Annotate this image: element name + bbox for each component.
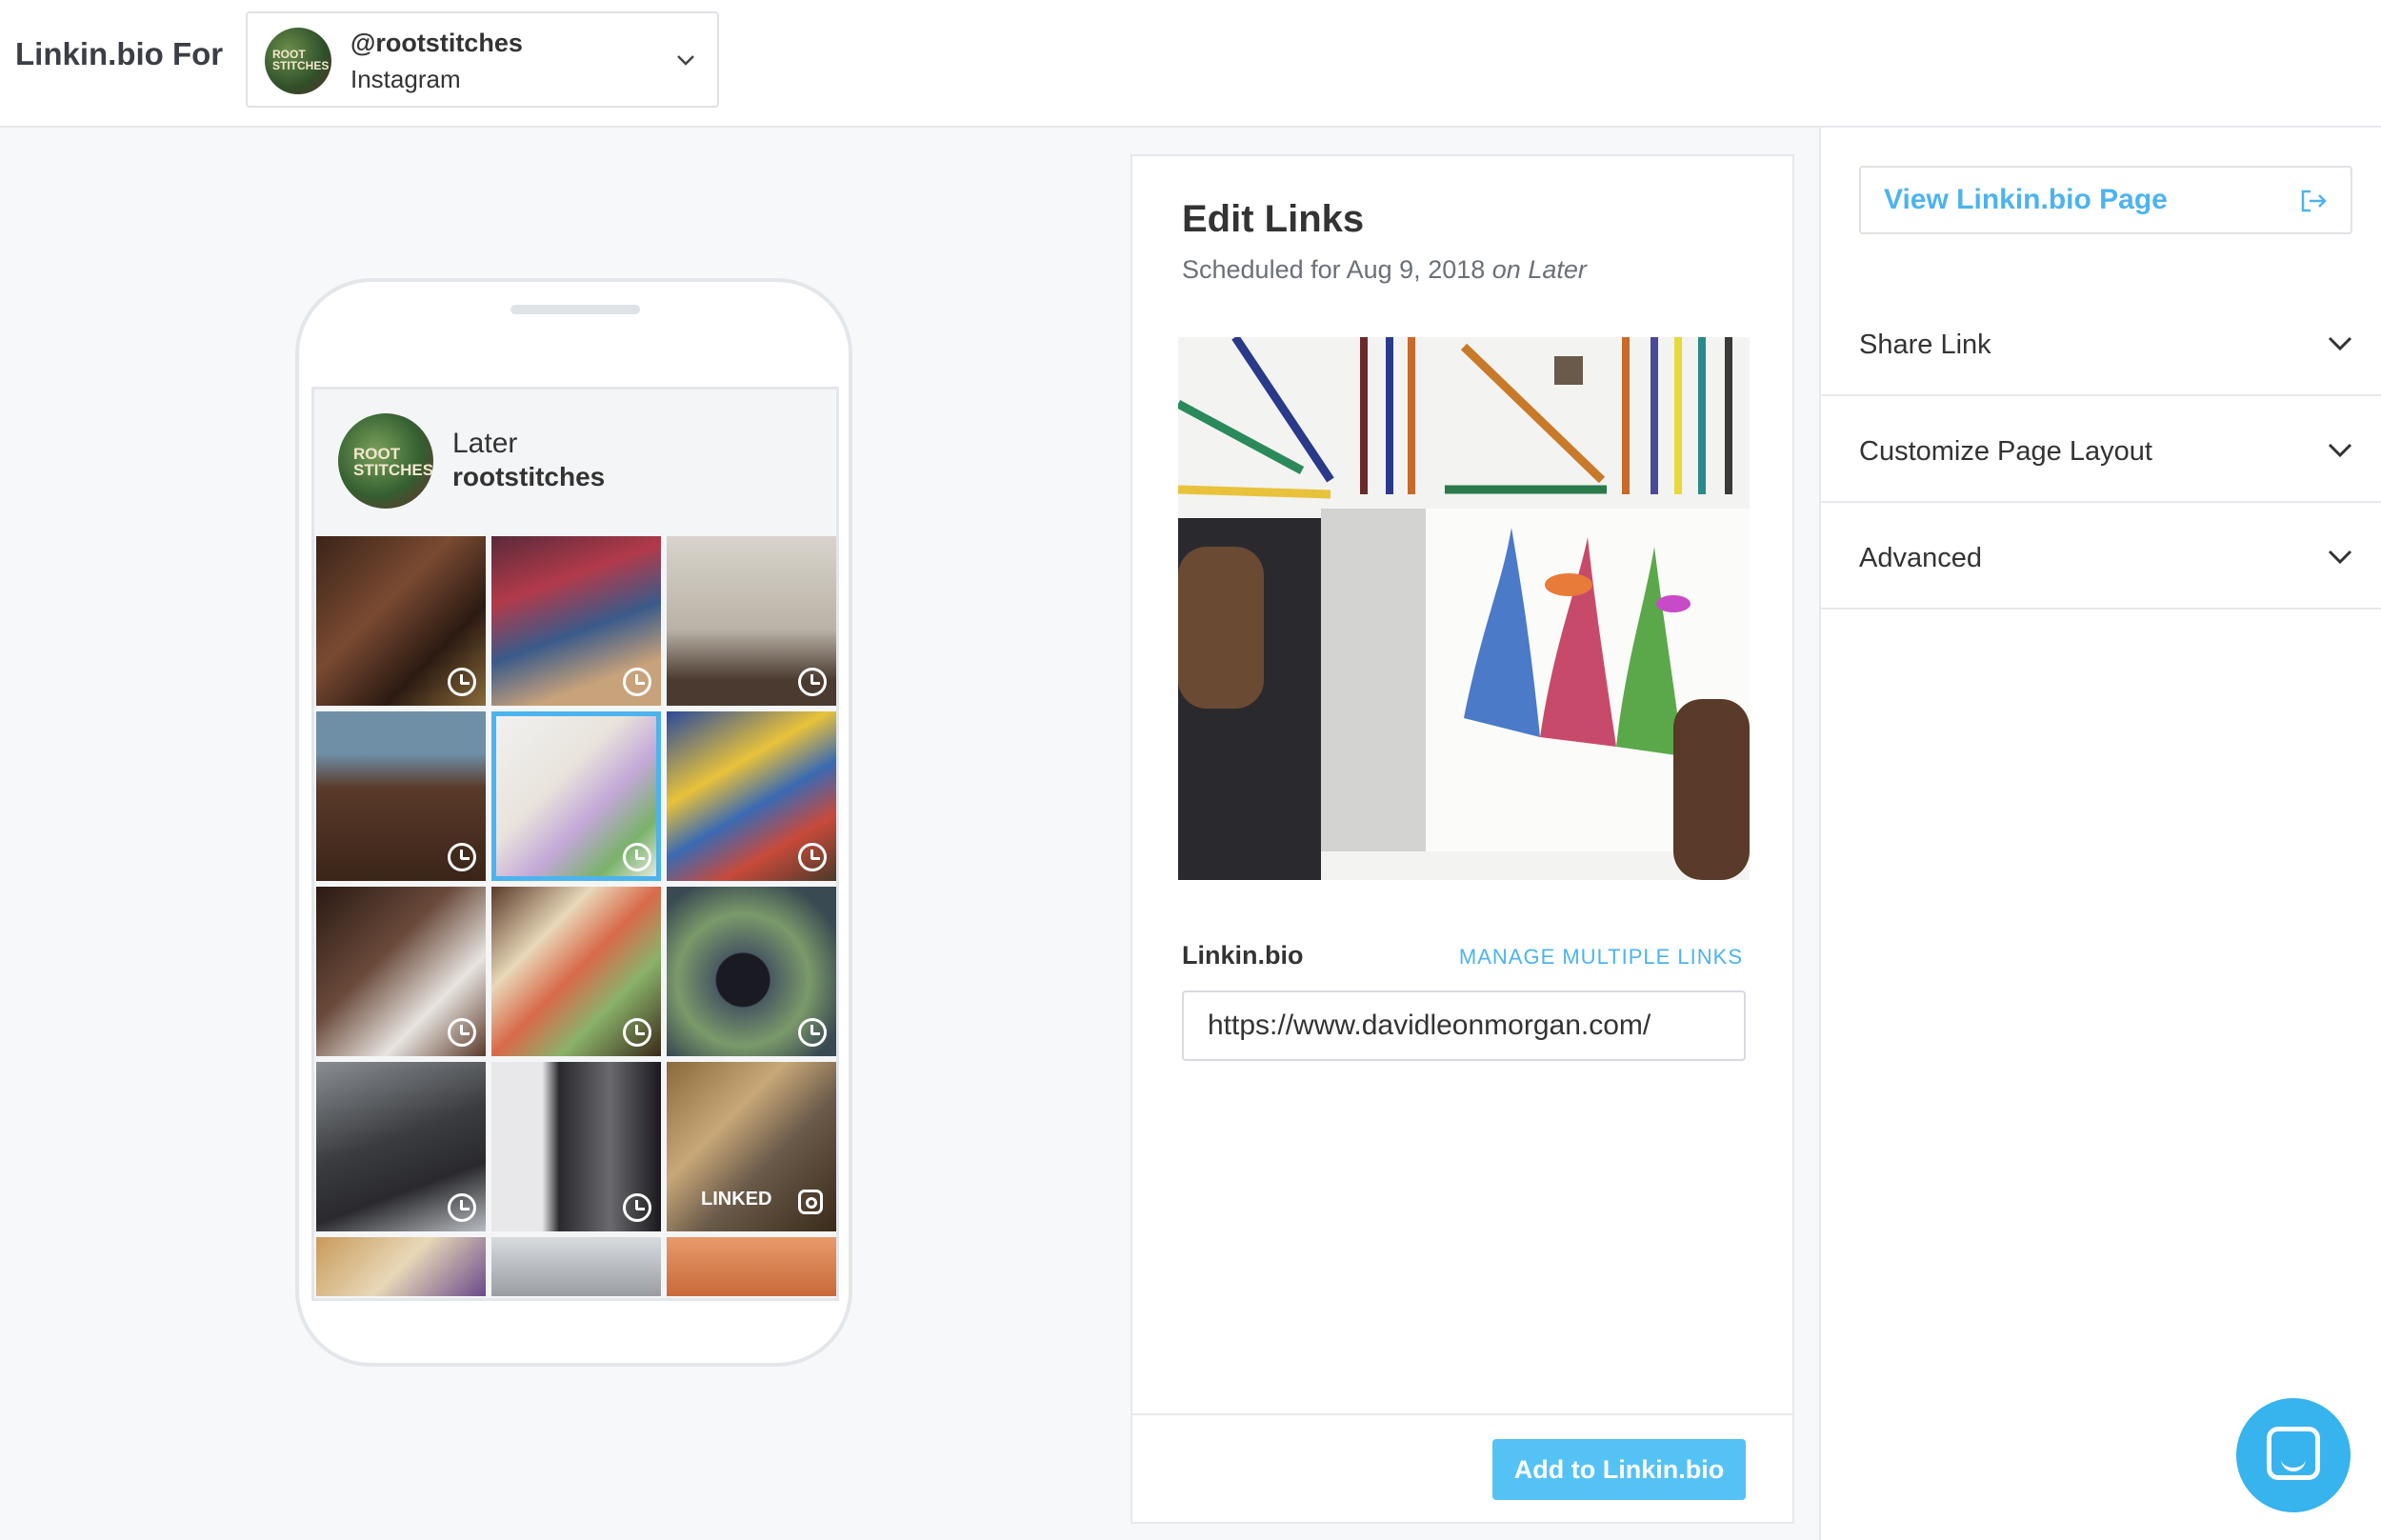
chevron-down-icon	[2328, 336, 2352, 351]
edit-links-title: Edit Links	[1182, 198, 1365, 240]
linked-label: LINKED	[701, 1189, 772, 1210]
clock-icon	[448, 668, 476, 696]
clock-icon	[798, 668, 827, 696]
share-link-label: Share Link	[1859, 330, 1991, 360]
scheduled-on: on Later	[1491, 255, 1587, 284]
clock-icon	[623, 1193, 651, 1222]
grid-tile[interactable]	[316, 887, 486, 1056]
grid-tile[interactable]	[316, 536, 486, 706]
account-selector[interactable]: ROOT STITCHES @rootstitches Instagram	[246, 11, 719, 108]
grid-tile[interactable]	[491, 536, 661, 706]
grid-tile[interactable]	[491, 1062, 661, 1231]
edit-links-panel: Edit Links Scheduled for Aug 9, 2018 on …	[1130, 154, 1794, 1524]
top-bar: Linkin.bio For ROOT STITCHES @rootstitch…	[0, 0, 2381, 128]
linkinbio-field-label: Linkin.bio	[1182, 941, 1304, 970]
grid-tile[interactable]	[667, 887, 836, 1056]
external-link-icon	[2301, 190, 2327, 212]
clock-icon	[448, 1193, 476, 1222]
clock-icon	[448, 1018, 476, 1047]
profile-name: Later	[452, 428, 518, 459]
clock-icon	[448, 843, 476, 871]
view-linkinbio-page-button[interactable]: View Linkin.bio Page	[1859, 166, 2352, 234]
grid-tile[interactable]	[316, 1237, 486, 1296]
grid-tile[interactable]	[667, 536, 836, 706]
share-link-section[interactable]: Share Link	[1821, 290, 2381, 396]
grid-tile[interactable]	[667, 711, 836, 881]
scheduled-date: Scheduled for Aug 9, 2018	[1182, 255, 1486, 284]
chat-launcher-button[interactable]	[2236, 1398, 2351, 1512]
grid-tile[interactable]	[491, 887, 661, 1056]
grid-tile[interactable]	[316, 1062, 486, 1231]
coloring-book-illustration	[1178, 337, 1750, 880]
profile-handle: rootstitches	[452, 462, 606, 491]
account-avatar: ROOT STITCHES	[265, 28, 331, 94]
chat-icon	[2267, 1427, 2320, 1480]
grid-tile[interactable]	[491, 1237, 661, 1296]
phone-speaker	[510, 305, 640, 314]
chevron-down-icon	[2328, 443, 2352, 458]
advanced-label: Advanced	[1859, 543, 1982, 573]
grid-tile[interactable]	[316, 711, 486, 881]
instagram-icon	[798, 1190, 823, 1214]
account-network: Instagram	[350, 65, 461, 93]
chevron-down-icon	[2328, 550, 2352, 565]
right-sidebar: View Linkin.bio Page Share Link Customiz…	[1819, 128, 2381, 1540]
account-avatar-text: ROOT STITCHES	[272, 48, 330, 72]
grid-tile[interactable]	[667, 1237, 836, 1296]
profile-avatar: ROOT STITCHES	[338, 413, 433, 509]
clock-icon	[623, 843, 651, 871]
chevron-down-icon	[677, 55, 694, 66]
phone-screen: ROOT STITCHES Later rootstitches LINKED	[311, 387, 839, 1301]
clock-icon	[623, 668, 651, 696]
clock-icon	[798, 843, 827, 871]
advanced-section[interactable]: Advanced	[1821, 503, 2381, 610]
clock-icon	[798, 1018, 827, 1047]
post-image	[1178, 337, 1750, 880]
profile-avatar-text: ROOT STITCHES	[353, 445, 433, 479]
phone-preview: ROOT STITCHES Later rootstitches LINKED	[295, 278, 852, 1367]
clock-icon	[623, 1018, 651, 1047]
scheduled-text: Scheduled for Aug 9, 2018 on Later	[1182, 255, 1587, 285]
add-to-linkinbio-button[interactable]: Add to Linkin.bio	[1492, 1439, 1746, 1500]
grid-tile-linked[interactable]: LINKED	[667, 1062, 836, 1231]
account-handle: @rootstitches	[350, 29, 523, 57]
manage-multiple-links-link[interactable]: MANAGE MULTIPLE LINKS	[1459, 945, 1743, 970]
view-linkinbio-page-label: View Linkin.bio Page	[1884, 184, 2168, 215]
grid-tile-selected[interactable]	[491, 711, 661, 881]
brand-label: Linkin.bio For	[15, 36, 224, 71]
url-input[interactable]	[1182, 990, 1746, 1061]
customize-page-layout-label: Customize Page Layout	[1859, 436, 2152, 467]
customize-page-layout-section[interactable]: Customize Page Layout	[1821, 396, 2381, 503]
panel-footer-divider	[1132, 1413, 1794, 1415]
